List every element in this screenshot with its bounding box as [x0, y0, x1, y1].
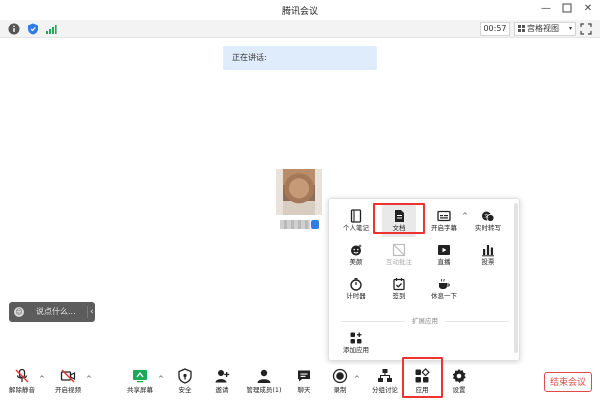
- minimize-icon[interactable]: —: [540, 3, 552, 15]
- vote-icon: [482, 245, 494, 257]
- participant-avatar[interactable]: [276, 169, 322, 215]
- highlight-documents: [373, 203, 425, 234]
- participant-mic-icon: [311, 220, 319, 229]
- emoji-icon[interactable]: ☺: [14, 307, 24, 317]
- chat-input-bar[interactable]: ☺ 说点什么... ‹: [9, 302, 95, 322]
- breakout-icon: [378, 369, 392, 382]
- coffee-icon: [439, 278, 450, 289]
- meeting-timer: 00:57: [480, 22, 510, 36]
- shield-icon: [178, 368, 192, 384]
- unmute-button[interactable]: 解除静音: [6, 366, 38, 398]
- title-bar: 腾讯会议 — ✕: [0, 0, 600, 20]
- settings-icon: [452, 369, 466, 383]
- app-add-application[interactable]: 添加应用: [339, 327, 373, 359]
- participant-name: [280, 220, 310, 229]
- settings-button[interactable]: 设置: [446, 366, 472, 398]
- chat-icon: [298, 370, 310, 382]
- end-meeting-button[interactable]: 结束会议: [544, 372, 592, 392]
- subtitle-options-caret[interactable]: ^: [462, 212, 468, 220]
- security-button[interactable]: 安全: [172, 366, 198, 398]
- beauty-icon: [351, 244, 362, 256]
- app-timer[interactable]: 计时器: [339, 273, 373, 305]
- window-title: 腾讯会议: [281, 7, 318, 17]
- app-realtime-transcribe[interactable]: 文 实时转写: [471, 205, 505, 237]
- view-mode-label: 宫格视图: [527, 24, 559, 33]
- manage-members-button[interactable]: 管理成员(1): [244, 366, 284, 398]
- app-check-in[interactable]: 签到: [382, 273, 416, 305]
- app-vote[interactable]: 投票: [471, 239, 505, 271]
- fullscreen-icon[interactable]: [580, 23, 592, 35]
- audio-options-caret[interactable]: ^: [39, 375, 45, 383]
- subtitle-icon: [437, 210, 451, 222]
- invite-button[interactable]: 邀请: [209, 366, 235, 398]
- app-personal-notes[interactable]: 个人笔记: [339, 205, 373, 237]
- meeting-info-icon[interactable]: [8, 23, 20, 35]
- breakout-discussion-button[interactable]: 分组讨论: [368, 366, 402, 398]
- add-app-icon: [350, 332, 362, 344]
- app-take-break[interactable]: 休息一下: [427, 273, 461, 305]
- app-subtitles[interactable]: 开启字幕: [427, 205, 461, 237]
- live-icon: [438, 245, 450, 255]
- meeting-info-bar: 00:57 宫格视图 ▾: [0, 20, 600, 38]
- annotate-icon: [392, 243, 406, 257]
- transcribe-icon: 文: [482, 211, 495, 222]
- record-button[interactable]: 录制: [328, 366, 352, 398]
- expand-apps-divider: 扩展应用: [341, 317, 509, 325]
- app-interactive-annotation: 互动批注: [382, 239, 416, 271]
- app-live-stream[interactable]: 直播: [427, 239, 461, 271]
- start-video-button[interactable]: 开启视频: [52, 366, 84, 398]
- share-screen-button[interactable]: 共享屏幕: [124, 366, 156, 398]
- checkin-icon: [393, 278, 405, 291]
- grid-view-icon: [518, 25, 525, 32]
- signal-strength-icon[interactable]: [45, 23, 57, 35]
- mic-muted-icon: [15, 368, 29, 383]
- share-options-caret[interactable]: ^: [158, 375, 164, 383]
- svg-text:文: 文: [484, 213, 489, 220]
- view-mode-dropdown[interactable]: 宫格视图 ▾: [514, 22, 576, 36]
- highlight-apps-button: [402, 357, 443, 398]
- maximize-icon[interactable]: [561, 3, 573, 15]
- collapse-chat-icon[interactable]: ‹: [90, 302, 94, 322]
- divider: [87, 306, 88, 318]
- invite-icon: [215, 370, 230, 383]
- chat-button[interactable]: 聊天: [292, 366, 316, 398]
- bottom-toolbar: 解除静音 ^ 开启视频 ^ 共享屏幕 ^ 安全 邀请 管理成员(1) 聊天 录制…: [0, 365, 600, 400]
- app-beauty[interactable]: 美颜: [339, 239, 373, 271]
- speaking-indicator-banner: 正在讲话:: [223, 46, 377, 70]
- chat-placeholder[interactable]: 说点什么...: [36, 302, 76, 322]
- share-screen-icon: [133, 370, 147, 383]
- record-icon: [332, 368, 348, 384]
- security-shield-icon[interactable]: [27, 23, 39, 35]
- members-icon: [257, 369, 271, 383]
- timer-icon: [350, 278, 362, 291]
- chevron-down-icon: ▾: [568, 25, 572, 32]
- record-options-caret[interactable]: ^: [354, 375, 360, 383]
- popup-scrollbar[interactable]: [514, 203, 518, 353]
- notebook-icon: [350, 209, 362, 223]
- close-icon[interactable]: ✕: [582, 3, 594, 15]
- camera-off-icon: [60, 369, 76, 383]
- video-options-caret[interactable]: ^: [86, 375, 92, 383]
